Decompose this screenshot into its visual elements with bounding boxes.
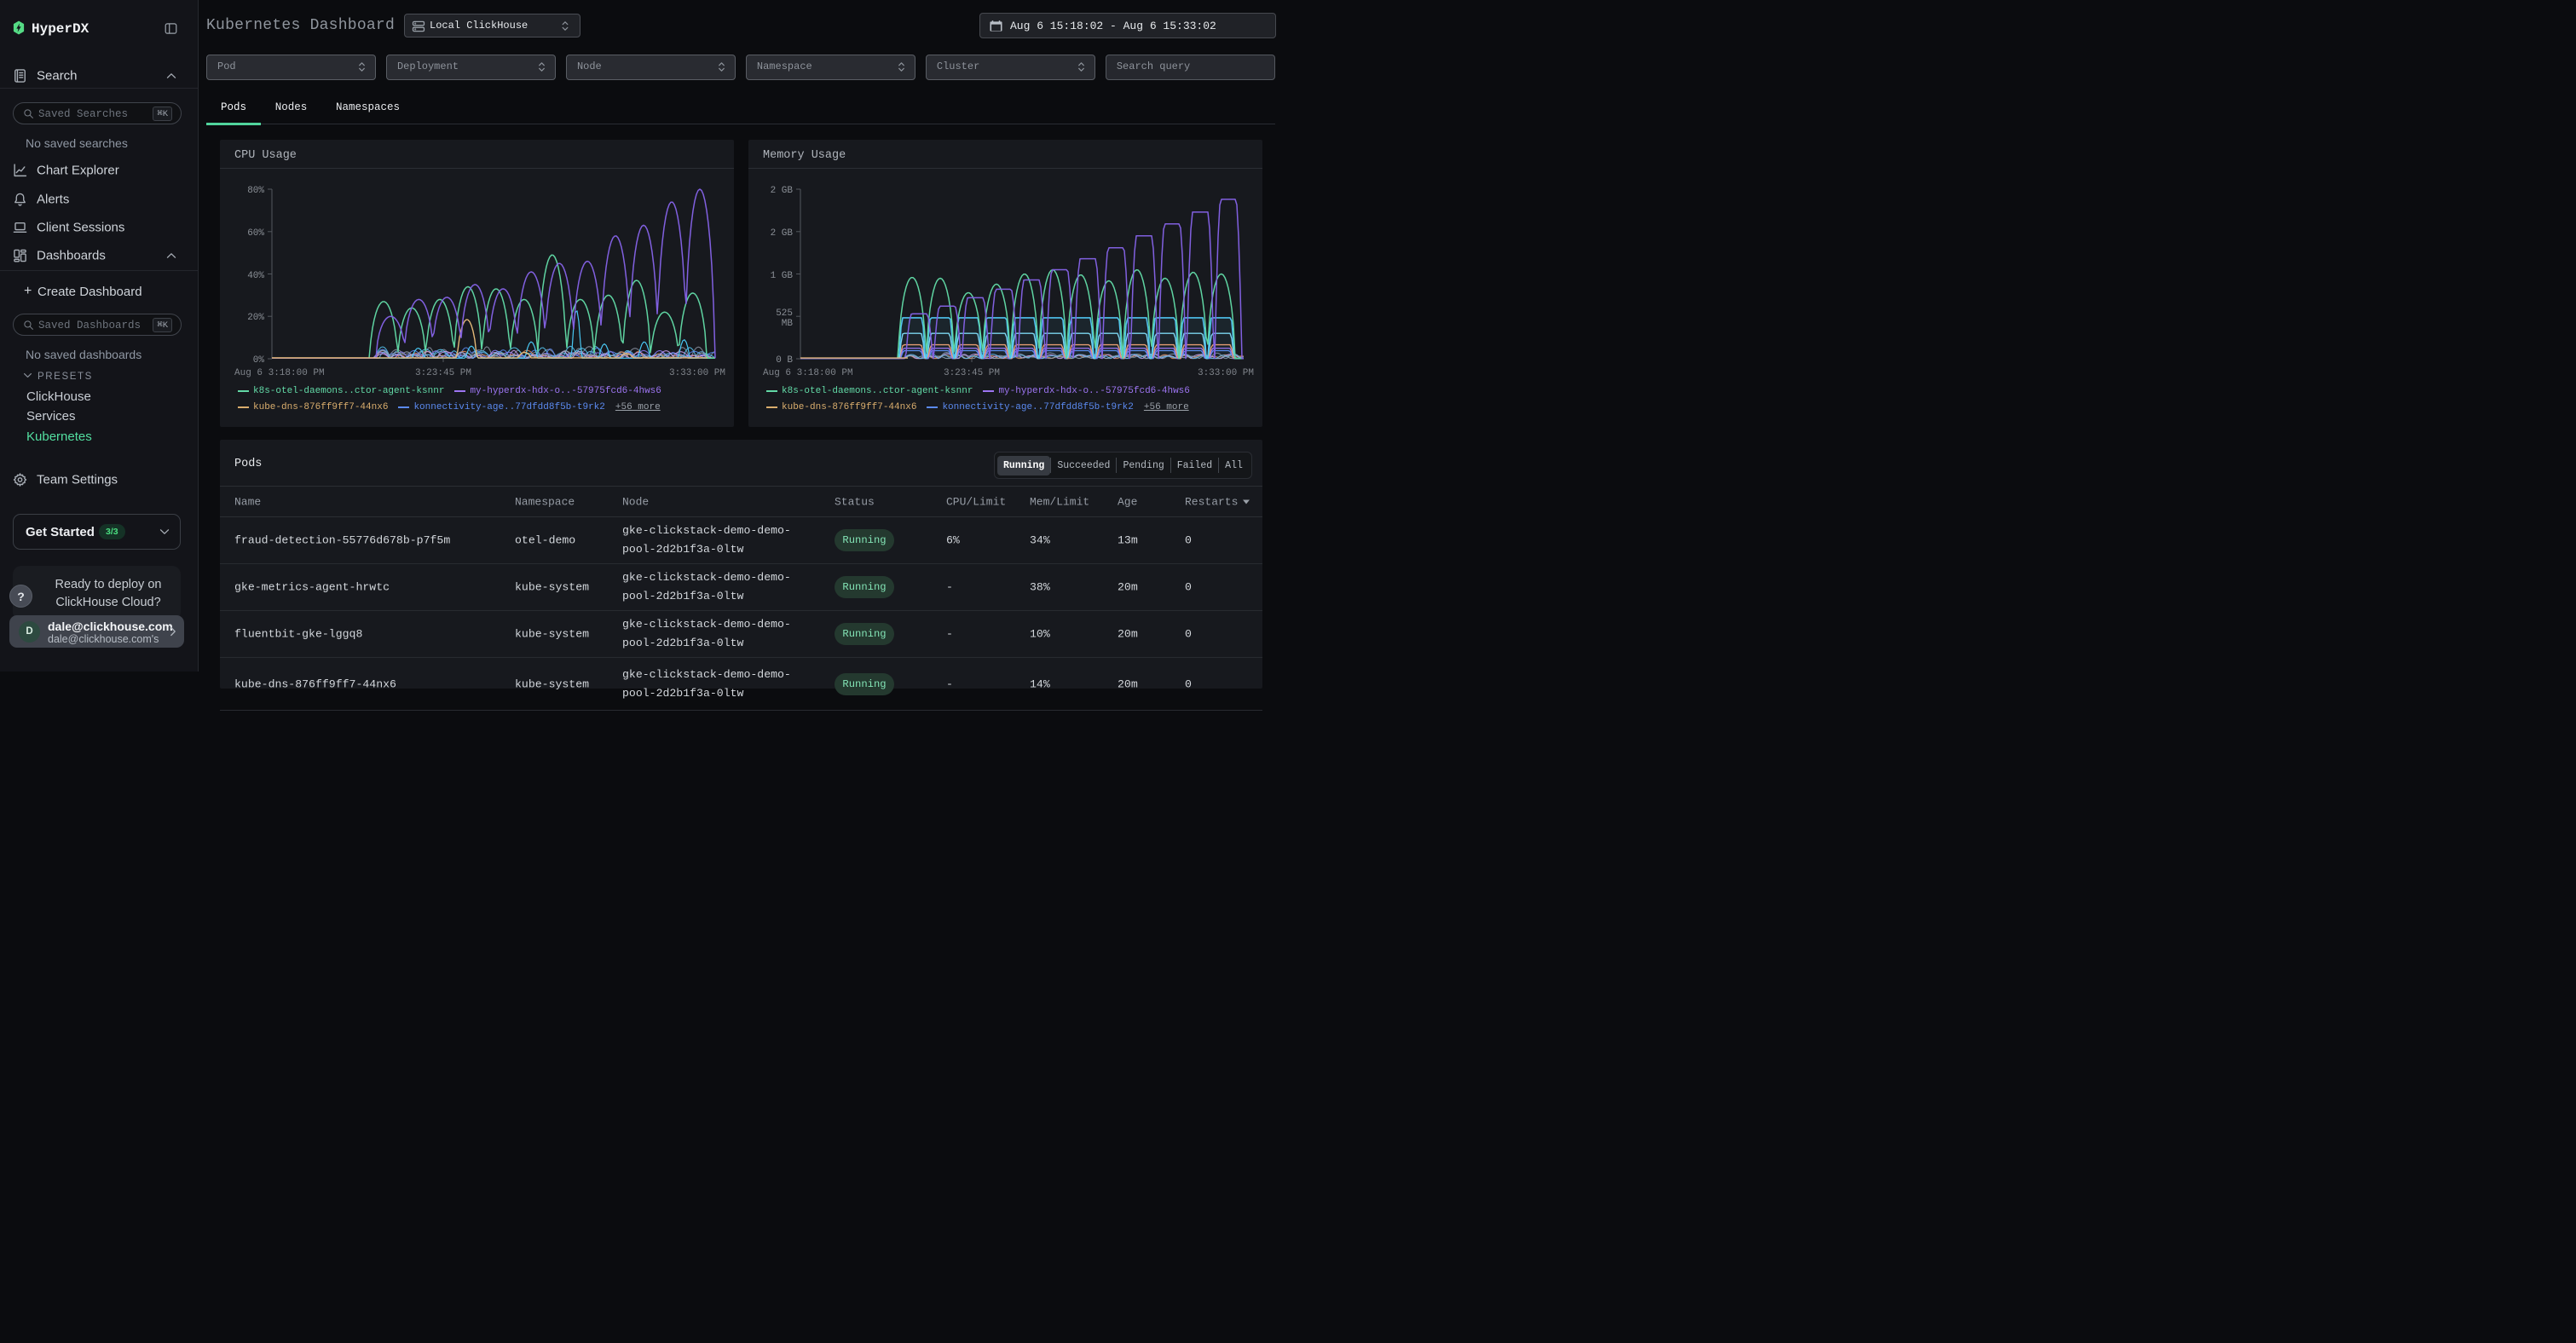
svg-text:40%: 40% [247, 271, 264, 281]
svg-text:2 GB: 2 GB [771, 186, 794, 196]
svg-text:80%: 80% [247, 186, 264, 196]
svg-text:20%: 20% [247, 313, 264, 323]
svg-text:0%: 0% [253, 355, 265, 366]
svg-text:Aug 6 3:18:00 PM: Aug 6 3:18:00 PM [763, 368, 853, 378]
svg-text:2 GB: 2 GB [771, 228, 794, 239]
svg-text:Aug 6 3:18:00 PM: Aug 6 3:18:00 PM [234, 368, 325, 378]
svg-text:3:33:00 PM: 3:33:00 PM [1198, 368, 1254, 378]
svg-text:3:23:45 PM: 3:23:45 PM [944, 368, 1000, 378]
svg-text:MB: MB [782, 319, 794, 329]
svg-text:1 GB: 1 GB [771, 271, 794, 281]
svg-text:3:33:00 PM: 3:33:00 PM [669, 368, 725, 378]
svg-text:60%: 60% [247, 228, 264, 239]
svg-text:525: 525 [776, 308, 793, 319]
svg-text:0 B: 0 B [776, 355, 793, 366]
svg-text:3:23:45 PM: 3:23:45 PM [415, 368, 471, 378]
